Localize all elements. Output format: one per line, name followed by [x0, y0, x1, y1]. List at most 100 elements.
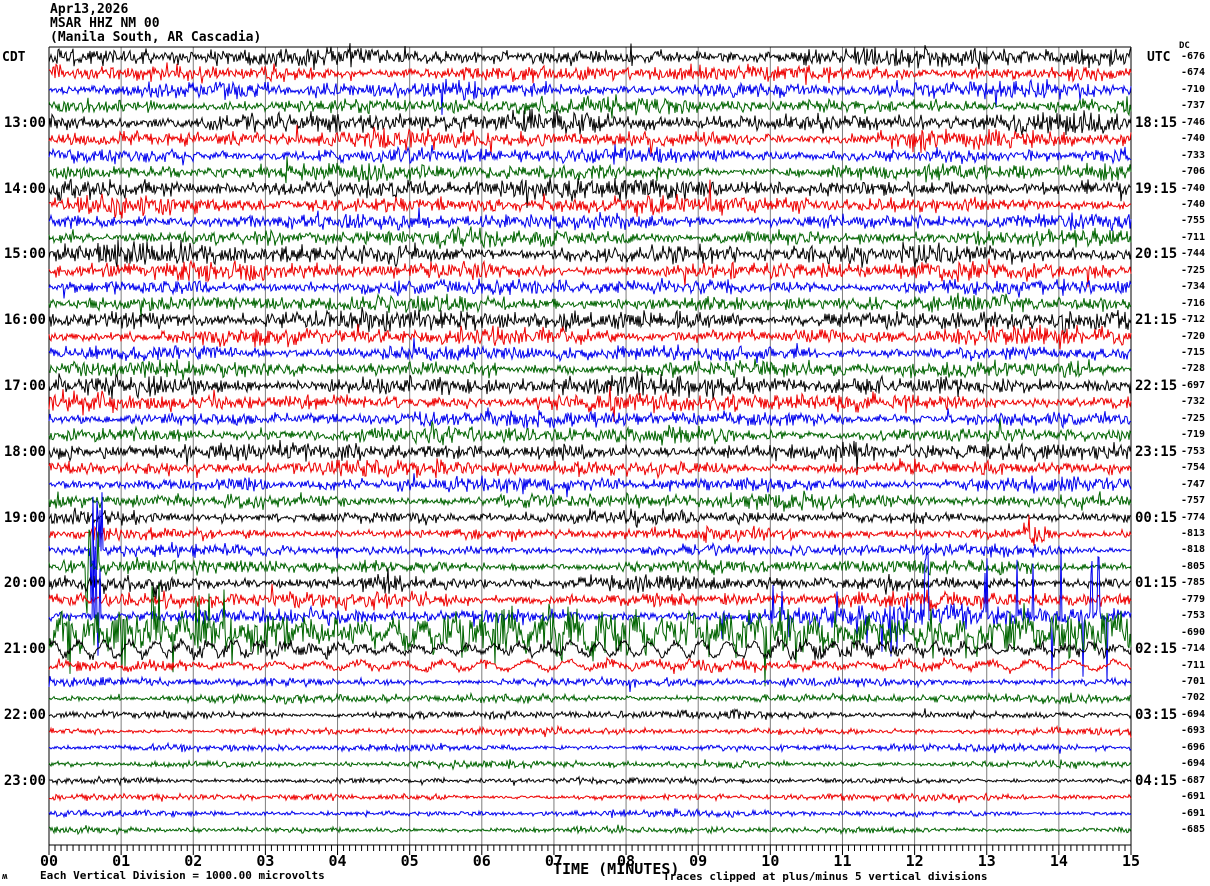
left-hour-label: 21:00 [3, 641, 46, 658]
dc-offset-value: -697 [1181, 379, 1206, 391]
dc-offset-value: -753 [1181, 610, 1206, 622]
dc-offset-value: -755 [1181, 215, 1206, 227]
seismogram-trace-row [48, 724, 1132, 738]
seismogram-trace-row [48, 458, 1132, 480]
dc-offset-value: -733 [1181, 149, 1206, 161]
dc-offset-value: -746 [1181, 116, 1206, 128]
seismogram-trace-row [48, 691, 1132, 705]
seismogram-trace-row [48, 824, 1132, 836]
dc-offset-value: -691 [1181, 791, 1206, 803]
dc-offset-value: -685 [1181, 824, 1206, 835]
dc-offset-value: -719 [1181, 429, 1206, 441]
dc-offset-value: -754 [1181, 462, 1206, 474]
dc-offset-value: -725 [1181, 264, 1206, 276]
right-utc-label: 20:15 [1135, 246, 1178, 263]
seismogram-trace-row [48, 62, 1132, 85]
x-tick-label: 14 [1049, 852, 1068, 870]
left-hour-label: 18:00 [3, 443, 46, 460]
dc-offset-value: -734 [1181, 281, 1206, 293]
right-utc-label: 01:15 [1135, 575, 1178, 592]
dc-offset-value: -696 [1181, 741, 1206, 753]
seismogram-trace-row [48, 323, 1132, 350]
dc-offset-value: -710 [1181, 83, 1206, 95]
seismogram-trace-row [48, 144, 1132, 166]
seismogram-trace-row [49, 775, 1132, 787]
seismogram-trace-row [48, 758, 1132, 771]
dc-offset-value: -720 [1181, 330, 1206, 342]
x-tick-label: 03 [256, 852, 275, 870]
dc-offset-value: -706 [1181, 166, 1206, 178]
x-tick-label: 02 [184, 852, 203, 870]
right-utc-label: 21:15 [1135, 312, 1178, 329]
dc-offset-value: -676 [1181, 51, 1206, 62]
header-station-name: (Manila South, AR Cascadia) [50, 30, 262, 45]
seismogram-plot [48, 43, 1132, 855]
seismogram-trace-row [48, 292, 1132, 317]
dc-offset-value: -818 [1181, 544, 1206, 556]
scale-note: Each Vertical Division = 1000.00 microvo… [40, 869, 325, 882]
dc-offset-value: -693 [1181, 725, 1206, 737]
left-hour-label: 22:00 [3, 706, 46, 723]
dc-offset-value: -711 [1181, 659, 1206, 671]
dc-offset-value: -694 [1181, 708, 1206, 720]
left-hour-label: 20:00 [3, 575, 46, 592]
seismogram-trace-row [48, 337, 1132, 363]
dc-offset-value: -779 [1181, 593, 1206, 605]
dc-offset-value: -716 [1181, 297, 1206, 309]
left-hour-label: 17:00 [3, 377, 46, 394]
x-tick-label: 13 [977, 852, 996, 870]
dc-offset-value: -740 [1181, 182, 1206, 194]
right-utc-label: 23:15 [1135, 443, 1178, 460]
x-tick-label: 15 [1121, 852, 1141, 870]
dc-column-header: DC [1179, 41, 1190, 51]
seismogram-trace-row [48, 358, 1132, 381]
right-utc-label: 19:15 [1135, 180, 1178, 197]
seismogram-trace-row [48, 741, 1132, 754]
x-tick-label: 05 [400, 852, 419, 870]
dc-offset-value: -714 [1181, 643, 1206, 655]
right-utc-label: 22:15 [1135, 377, 1178, 394]
dc-offset-value: -701 [1181, 675, 1206, 687]
header-station-id: MSAR HHZ NM 00 [50, 16, 160, 31]
dc-offset-value: -740 [1181, 199, 1206, 211]
seismogram-trace-row [48, 277, 1132, 299]
seismogram-trace-row [48, 514, 1132, 546]
seismogram-trace-row [48, 94, 1132, 119]
seismogram-trace-row [48, 407, 1132, 430]
x-tick-label: 11 [833, 852, 852, 870]
dc-offset-value: -694 [1181, 758, 1206, 770]
seismogram-trace-row [48, 792, 1132, 804]
left-hour-label: 19:00 [3, 509, 46, 526]
x-tick-label: 04 [328, 852, 347, 870]
seismogram-trace-row [48, 675, 1132, 693]
dc-offset-value: -744 [1181, 248, 1206, 260]
right-utc-label: 03:15 [1135, 706, 1178, 723]
seismogram-trace-row [48, 808, 1132, 819]
helicorder-page: Apr13,2026 MSAR HHZ NM 00 (Manila South,… [0, 0, 1210, 886]
seismogram-trace-row [48, 207, 1132, 232]
x-tick-label: 00 [39, 852, 59, 870]
dc-offset-value: -691 [1181, 807, 1206, 819]
dc-offset-value: -728 [1181, 363, 1206, 375]
x-tick-label: 09 [689, 852, 708, 870]
waveform-mark-icon: ʍ [2, 872, 8, 882]
left-hour-label: 13:00 [3, 114, 46, 131]
x-axis-title: TIME (MINUTES) [553, 860, 680, 878]
dc-offset-value: -805 [1181, 560, 1206, 572]
seismogram-trace-row [48, 108, 1132, 136]
dc-offset-value: -785 [1181, 577, 1206, 589]
right-utc-label: 04:15 [1135, 772, 1178, 789]
seismogram-trace-row [48, 568, 1132, 599]
dc-offset-value: -753 [1181, 445, 1206, 457]
timezone-label-right: UTC [1147, 50, 1171, 65]
dc-offset-value: -715 [1181, 347, 1206, 359]
right-utc-label: 02:15 [1135, 641, 1178, 658]
seismogram-trace-row [48, 225, 1132, 249]
clip-note: Traces clipped at plus/minus 5 vertical … [663, 870, 988, 883]
dc-offset-value: -687 [1181, 774, 1206, 786]
dc-offset-value: -725 [1181, 412, 1206, 424]
dc-offset-value: -732 [1181, 396, 1206, 408]
dc-offset-value: -774 [1181, 511, 1206, 523]
dc-offset-value: -674 [1181, 67, 1206, 79]
x-tick-label: 10 [761, 852, 780, 870]
